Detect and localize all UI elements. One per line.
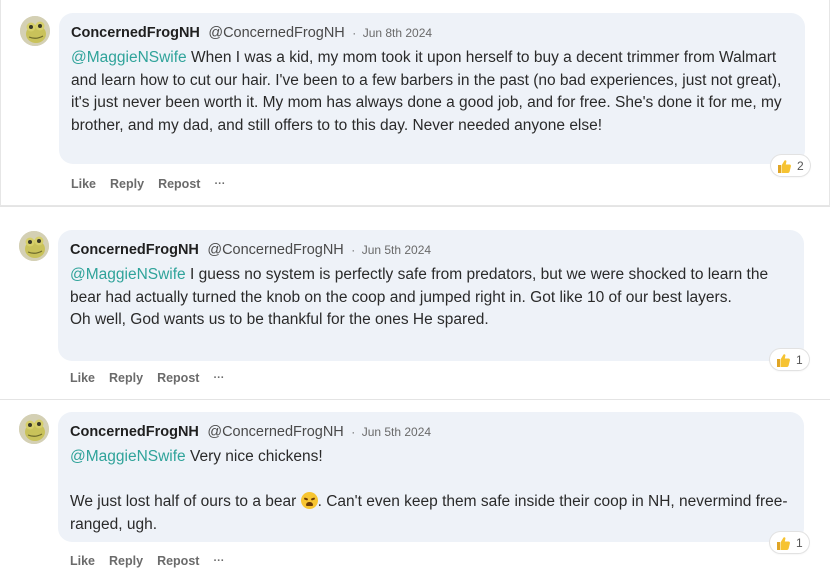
like-button[interactable]: Like (71, 177, 96, 191)
author-handle[interactable]: @ConcernedFrogNH (208, 25, 344, 41)
mention-link[interactable]: @MaggieNSwife (70, 448, 186, 465)
comment-date: Jun 5th 2024 (361, 243, 432, 257)
thumbs-up-icon (777, 353, 790, 367)
frog-avatar-icon (19, 414, 49, 444)
reply-button[interactable]: Reply (109, 371, 143, 385)
comment-body: @MaggieNSwife I guess no system is perfe… (70, 264, 792, 332)
repost-button[interactable]: Repost (157, 371, 199, 385)
more-options-button[interactable]: ··· (214, 178, 225, 190)
comment-bubble: ConcernedFrogNH @ConcernedFrogNH · Jun 5… (58, 230, 804, 361)
more-options-button[interactable]: ··· (213, 372, 224, 384)
comment-item: ConcernedFrogNH @ConcernedFrogNH · Jun 5… (0, 207, 830, 399)
mention-link[interactable]: @MaggieNSwife (71, 49, 187, 66)
reply-button[interactable]: Reply (109, 554, 143, 568)
reaction-badge[interactable]: 1 (770, 349, 809, 370)
reply-button[interactable]: Reply (110, 177, 144, 191)
comment-text-paragraph: Oh well, God wants us to be thankful for… (70, 311, 489, 328)
comment-header: ConcernedFrogNH @ConcernedFrogNH · Jun 8… (71, 23, 793, 43)
author-name[interactable]: ConcernedFrogNH (70, 424, 199, 440)
frog-avatar-icon (19, 231, 49, 261)
like-button[interactable]: Like (70, 371, 95, 385)
comment-bubble: ConcernedFrogNH @ConcernedFrogNH · Jun 8… (59, 13, 805, 164)
avatar[interactable] (19, 231, 49, 261)
comment-item: ConcernedFrogNH @ConcernedFrogNH · Jun 5… (0, 400, 830, 580)
avatar[interactable] (19, 414, 49, 444)
comment-feed: ConcernedFrogNH @ConcernedFrogNH · Jun 8… (0, 0, 830, 580)
author-handle[interactable]: @ConcernedFrogNH (207, 242, 343, 258)
more-options-button[interactable]: ··· (213, 555, 224, 567)
reaction-badge[interactable]: 2 (771, 155, 810, 176)
comment-header: ConcernedFrogNH @ConcernedFrogNH · Jun 5… (70, 422, 792, 442)
comment-date: Jun 8th 2024 (362, 26, 433, 40)
comment-actions: Like Reply Repost ··· (70, 553, 224, 569)
reaction-badge[interactable]: 1 (770, 532, 809, 553)
comment-body: @MaggieNSwife Very nice chickens! We jus… (70, 446, 792, 536)
separator-dot: · (352, 26, 357, 40)
reaction-count: 2 (797, 158, 804, 173)
thumbs-up-icon (778, 159, 791, 173)
comment-date: Jun 5th 2024 (361, 425, 432, 439)
author-name[interactable]: ConcernedFrogNH (71, 25, 200, 41)
comment-header: ConcernedFrogNH @ConcernedFrogNH · Jun 5… (70, 240, 792, 260)
angry-face-emoji-icon (300, 492, 318, 509)
comment-text: Very nice chickens! (189, 448, 323, 465)
author-name[interactable]: ConcernedFrogNH (70, 242, 199, 258)
avatar[interactable] (20, 16, 50, 46)
repost-button[interactable]: Repost (157, 554, 199, 568)
mention-link[interactable]: @MaggieNSwife (70, 266, 186, 283)
separator-dot: · (351, 243, 356, 257)
author-handle[interactable]: @ConcernedFrogNH (207, 424, 343, 440)
comment-bubble: ConcernedFrogNH @ConcernedFrogNH · Jun 5… (58, 412, 804, 542)
comment-body: @MaggieNSwife When I was a kid, my mom t… (71, 47, 793, 137)
comment-actions: Like Reply Repost ··· (71, 176, 225, 192)
reaction-count: 1 (796, 535, 803, 550)
frog-avatar-icon (20, 16, 50, 46)
like-button[interactable]: Like (70, 554, 95, 568)
comment-item: ConcernedFrogNH @ConcernedFrogNH · Jun 8… (0, 0, 830, 206)
comment-text-paragraph: We just lost half of ours to a bear (70, 493, 297, 510)
separator-dot: · (351, 425, 356, 439)
repost-button[interactable]: Repost (158, 177, 200, 191)
reaction-count: 1 (796, 352, 803, 367)
thumbs-up-icon (777, 536, 790, 550)
comment-actions: Like Reply Repost ··· (70, 370, 224, 386)
